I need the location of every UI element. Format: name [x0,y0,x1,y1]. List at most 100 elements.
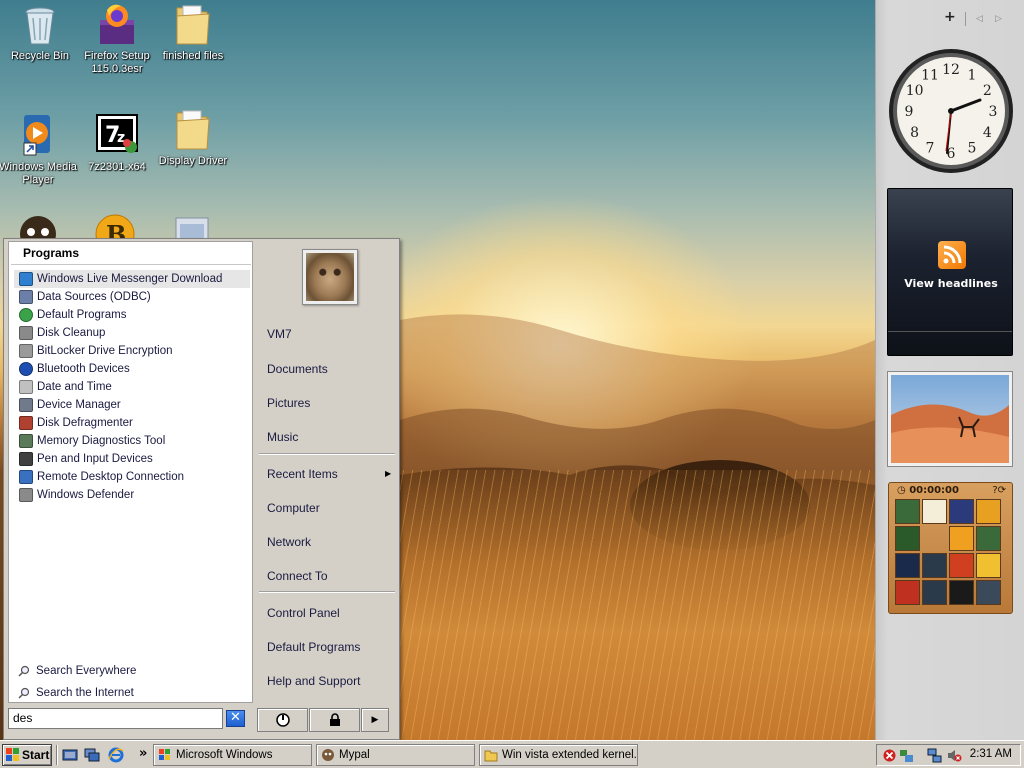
sidebar-next-button[interactable]: ▷ [995,14,1002,24]
windows-flag-icon [159,749,170,760]
start-button[interactable]: Start [2,744,52,766]
start-label: Start [22,748,50,762]
programs-list: Windows Live Messenger Download Data Sour… [14,270,250,504]
program-label: Default Programs [37,309,127,321]
network-connections-icon[interactable] [927,748,942,763]
programs-pane: Programs Windows Live Messenger Download… [8,241,253,703]
programs-header: Programs [11,244,251,265]
network-link[interactable]: Network [267,535,311,549]
music-link[interactable]: Music [267,430,298,444]
program-item[interactable]: Windows Live Messenger Download [14,270,250,288]
puzzle-tile[interactable] [922,526,947,551]
pictures-link[interactable]: Pictures [267,396,310,410]
recent-items-link[interactable]: Recent Items [267,467,338,481]
program-item[interactable]: Disk Cleanup [14,324,250,342]
program-item[interactable]: BitLocker Drive Encryption [14,342,250,360]
clock-gadget[interactable]: 12 1 2 3 4 5 6 7 8 9 10 11 [887,47,1015,175]
quick-launch-overflow-button[interactable]: » [139,746,147,761]
hidden-desktop-icon[interactable]: B [93,212,137,240]
recycle-bin-desktop-icon[interactable]: Recycle Bin [0,2,80,63]
puzzle-tile[interactable] [976,526,1001,551]
clock-number: 10 [906,83,924,99]
taskbar-task-microsoft-windows[interactable]: Microsoft Windows [153,744,312,766]
clock-number: 3 [989,104,998,120]
security-alert-icon[interactable] [883,749,896,762]
power-button[interactable] [257,708,308,732]
puzzle-tile[interactable] [949,499,974,524]
picture-puzzle-gadget[interactable]: ◷ 00:00:00 ?⟳ [888,482,1013,614]
program-item[interactable]: Device Manager [14,396,250,414]
puzzle-tile[interactable] [922,553,947,578]
7zip-installer-desktop-icon[interactable]: 7 z 7z2301-x64 [77,113,157,174]
program-label: Remote Desktop Connection [37,471,185,483]
hidden-desktop-icon[interactable] [16,212,60,240]
program-item[interactable]: Disk Defragmenter [14,414,250,432]
taskbar-task-mypal[interactable]: Mypal [316,744,475,766]
puzzle-tile[interactable] [895,499,920,524]
hidden-desktop-icon[interactable] [172,212,212,240]
puzzle-tile[interactable] [976,553,1001,578]
windows-media-player-desktop-icon[interactable]: Windows Media Player [0,113,78,187]
taskbar-clock[interactable]: 2:31 AM [970,748,1012,760]
7zip-icon: 7 z [95,113,139,157]
desktop-icon-label: Recycle Bin [10,50,70,62]
user-folder-link[interactable]: VM7 [267,327,292,341]
clock-number: 5 [968,140,977,156]
program-item[interactable]: Memory Diagnostics Tool [14,432,250,450]
taskbar-divider [56,745,58,765]
program-item[interactable]: Bluetooth Devices [14,360,250,378]
program-label: Windows Defender [37,489,135,501]
feed-headlines-gadget[interactable]: View headlines [887,188,1013,356]
finished-files-desktop-icon[interactable]: finished files [153,2,233,63]
program-label: Disk Cleanup [37,327,106,339]
messenger-icon [19,272,33,286]
puzzle-tile[interactable] [895,526,920,551]
puzzle-tile[interactable] [976,499,1001,524]
clock-number: 8 [910,125,919,141]
puzzle-tile[interactable] [976,580,1001,605]
program-item[interactable]: Default Programs [14,306,250,324]
program-item[interactable]: Data Sources (ODBC) [14,288,250,306]
desktop-icon-label: finished files [162,50,224,62]
volume-muted-icon[interactable] [947,748,962,763]
firefox-setup-desktop-icon[interactable]: Firefox Setup 115.0.3esr [77,2,157,76]
connect-to-link[interactable]: Connect To [267,569,328,583]
puzzle-tile[interactable] [895,580,920,605]
default-programs-link[interactable]: Default Programs [267,640,360,654]
puzzle-tile[interactable] [949,553,974,578]
puzzle-help-icon[interactable]: ?⟳ [992,485,1006,496]
help-and-support-link[interactable]: Help and Support [267,674,360,688]
gadget-divider [888,331,1012,332]
lock-button[interactable] [309,708,360,732]
switch-windows-icon[interactable] [84,747,100,763]
user-avatar[interactable] [302,249,358,305]
puzzle-tile[interactable] [949,580,974,605]
search-internet-link[interactable]: Search the Internet [16,684,134,702]
puzzle-tile[interactable] [949,526,974,551]
taskbar-task-win-vista-kernel[interactable]: Win vista extended kernel... [479,744,638,766]
program-item[interactable]: Date and Time [14,378,250,396]
wallpaper-grass [400,470,875,740]
program-item[interactable]: Remote Desktop Connection [14,468,250,486]
odbc-icon [19,290,33,304]
clear-search-button[interactable]: ✕ [226,710,245,727]
control-panel-link[interactable]: Control Panel [267,606,340,620]
show-desktop-icon[interactable] [62,747,78,763]
slideshow-gadget[interactable] [887,371,1013,467]
documents-link[interactable]: Documents [267,362,328,376]
puzzle-tile[interactable] [922,499,947,524]
add-gadget-button[interactable]: + [944,9,956,25]
puzzle-tile[interactable] [895,553,920,578]
computer-link[interactable]: Computer [267,501,320,515]
start-search-input[interactable]: des [8,708,223,729]
puzzle-grid[interactable] [895,499,1007,609]
display-driver-desktop-icon[interactable]: Display Driver [153,107,233,168]
program-item[interactable]: Pen and Input Devices [14,450,250,468]
puzzle-tile[interactable] [922,580,947,605]
program-item[interactable]: Windows Defender [14,486,250,504]
search-everywhere-link[interactable]: Search Everywhere [16,662,136,680]
internet-explorer-icon[interactable] [108,747,124,763]
network-status-icon[interactable] [899,748,914,763]
sidebar-prev-button[interactable]: ◁ [976,14,983,24]
shutdown-options-button[interactable]: ▶ [361,708,389,732]
